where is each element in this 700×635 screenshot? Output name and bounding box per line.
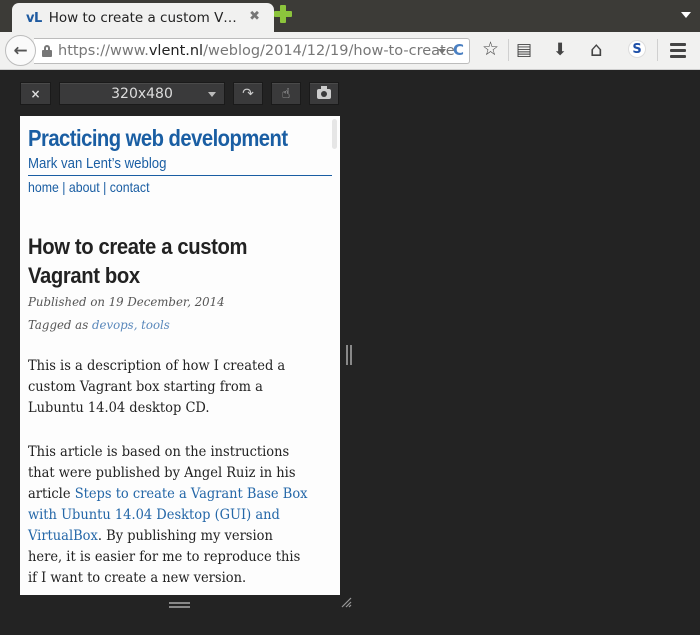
screenshot-button[interactable] xyxy=(309,82,339,105)
lock-icon xyxy=(42,45,52,57)
source-paragraph: This article is based on the instruction… xyxy=(28,444,308,586)
menu-hamburger-icon[interactable] xyxy=(670,43,686,61)
nav-about-link[interactable]: about xyxy=(69,179,100,195)
reading-list-icon[interactable]: ▤ xyxy=(516,40,532,60)
chevron-down-icon xyxy=(208,92,216,97)
url-bar[interactable]: https://www.vlent.nl/weblog/2014/12/19/h… xyxy=(34,38,470,64)
browser-tab[interactable]: vL How to create a custom V… ✖ xyxy=(12,3,274,33)
close-responsive-mode-button[interactable]: × xyxy=(20,82,51,105)
site-favicon-icon: vL xyxy=(26,10,42,26)
published-date: Published on 19 December, 2014 xyxy=(28,294,225,309)
header-divider xyxy=(28,175,332,176)
article-link-end[interactable]: VirtualBox xyxy=(28,528,98,544)
back-button[interactable]: ← xyxy=(5,35,36,66)
camera-icon xyxy=(317,85,331,99)
reload-icon[interactable]: C xyxy=(453,41,464,59)
article-link-cont[interactable]: with Ubuntu 14.04 Desktop (GUI) and xyxy=(28,507,280,523)
tab-list-dropdown-icon[interactable] xyxy=(681,12,691,18)
toolbar-separator xyxy=(657,39,658,61)
touch-hand-icon: ☝ xyxy=(281,85,291,102)
touch-simulation-button[interactable]: ☝ xyxy=(271,82,301,105)
tab-close-icon[interactable]: ✖ xyxy=(249,9,260,24)
nav-contact-link[interactable]: contact xyxy=(110,179,150,195)
rotate-button[interactable]: ↷ xyxy=(233,82,263,105)
tag-link-devops[interactable]: devops xyxy=(92,317,134,332)
nav-home-link[interactable]: home xyxy=(28,179,59,195)
viewport-width-resize-handle[interactable] xyxy=(346,345,352,365)
url-text[interactable]: https://www.vlent.nl/weblog/2014/12/19/h… xyxy=(58,43,455,59)
url-history-dropdown-icon[interactable] xyxy=(438,49,446,54)
site-title[interactable]: Practicing web development xyxy=(28,125,288,152)
article-link[interactable]: Steps to create a Vagrant Base Box xyxy=(75,486,308,502)
responsive-viewport[interactable]: Practicing web development Mark van Lent… xyxy=(20,116,340,595)
download-icon[interactable]: ⬇ xyxy=(553,40,567,60)
extension-s-icon[interactable]: S xyxy=(628,40,646,58)
home-icon[interactable]: ⌂ xyxy=(590,37,603,61)
post-title: How to create a custom Vagrant box xyxy=(28,234,248,288)
toolbar-separator xyxy=(508,39,509,61)
tab-title: How to create a custom V… xyxy=(48,10,237,26)
viewport-size-value: 320x480 xyxy=(111,85,173,102)
back-arrow-icon: ← xyxy=(13,40,28,61)
viewport-scrollbar[interactable] xyxy=(332,119,337,149)
post-tags: Tagged as devops, tools xyxy=(28,317,170,332)
new-tab-plus-icon[interactable] xyxy=(274,5,292,23)
bookmark-star-icon[interactable]: ☆ xyxy=(482,38,499,60)
site-nav: home | about | contact xyxy=(28,179,150,195)
rotate-icon: ↷ xyxy=(242,85,254,102)
close-icon: × xyxy=(30,86,41,101)
intro-paragraph: This is a description of how I created a… xyxy=(28,358,286,416)
tag-link-tools[interactable]: tools xyxy=(141,317,170,332)
navigation-bar: https://www.vlent.nl/weblog/2014/12/19/h… xyxy=(0,32,700,70)
site-subtitle: Mark van Lent’s weblog xyxy=(28,155,167,172)
viewport-height-resize-handle[interactable] xyxy=(169,602,190,608)
viewport-size-select[interactable]: 320x480 xyxy=(59,82,225,105)
viewport-corner-resize-handle[interactable] xyxy=(340,596,352,608)
tab-strip: vL How to create a custom V… ✖ xyxy=(0,0,700,33)
